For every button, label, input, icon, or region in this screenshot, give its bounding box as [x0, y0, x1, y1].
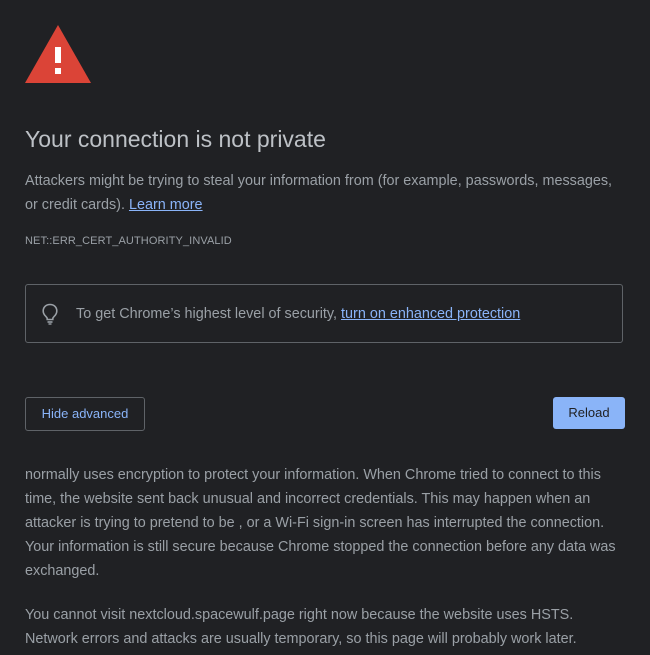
learn-more-link[interactable]: Learn more — [129, 197, 203, 213]
enhanced-protection-link[interactable]: turn on enhanced protection — [341, 306, 520, 322]
promo-text-line: To get Chrome’s highest level of securit… — [76, 304, 520, 324]
intro-paragraph: Attackers might be trying to steal your … — [25, 170, 615, 217]
hide-advanced-button[interactable]: Hide advanced — [25, 397, 145, 431]
promo-text: To get Chrome’s highest level of securit… — [76, 306, 338, 322]
intro-text: Attackers might be trying to steal your … — [25, 173, 613, 213]
lightbulb-icon — [42, 303, 58, 325]
reload-button[interactable]: Reload — [553, 397, 625, 429]
warning-icon — [25, 25, 91, 83]
enhanced-protection-promo: To get Chrome’s highest level of securit… — [25, 284, 623, 343]
page-title: Your connection is not private — [25, 126, 326, 152]
hsts-paragraph: You cannot visit nextcloud.spacewulf.pag… — [25, 607, 577, 647]
details-paragraph: normally uses encryption to protect your… — [25, 467, 616, 579]
error-code: NET::ERR_CERT_AUTHORITY_INVALID — [25, 235, 232, 247]
